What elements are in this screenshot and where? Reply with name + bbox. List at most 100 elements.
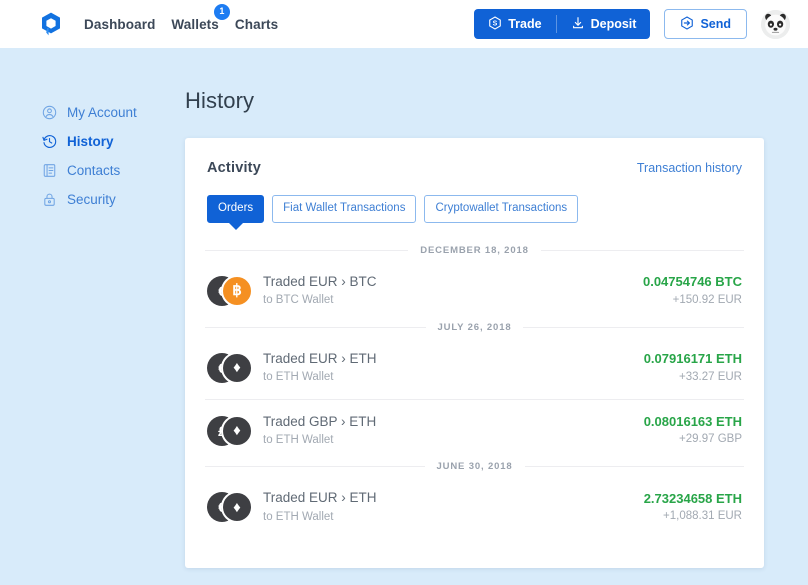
deposit-label: Deposit [590,17,637,31]
row-subtitle: to BTC Wallet [263,294,334,307]
row-amount-crypto: 0.04754746 BTC [642,274,742,290]
date-separator: JULY 26, 2018 [205,321,745,333]
row-amount-fiat: +33.27 EUR [679,370,742,383]
currency-pair-icon: € ♦ [207,351,253,384]
date-separator-label: JULY 26, 2018 [437,321,512,333]
deposit-button[interactable]: Deposit [557,9,651,39]
tab-cryptowallet-transactions[interactable]: Cryptowallet Transactions [424,195,579,223]
main-content: History Activity Transaction history Ord… [185,88,808,569]
sidebar-item-label: My Account [67,105,137,120]
currency-pair-icon: € ♦ [207,491,253,524]
row-subtitle: to ETH Wallet [263,510,334,523]
date-separator-label: DECEMBER 18, 2018 [420,244,529,256]
download-arrow-icon [571,16,585,33]
activity-list: DECEMBER 18, 2018 € ฿ Traded EUR › BTC [205,245,745,539]
activity-title: Activity [207,160,261,176]
date-separator: JUNE 30, 2018 [205,461,745,473]
date-separator-label: JUNE 30, 2018 [436,461,513,473]
svg-text:S: S [493,20,498,27]
sidebar-item-label: History [67,134,114,149]
date-separator-line [540,249,744,251]
nav-label: Wallets [171,16,219,32]
row-description: Traded EUR › ETH to ETH Wallet [263,350,632,386]
panda-avatar-icon[interactable] [761,9,790,39]
coin-to-icon: ♦ [221,414,253,447]
top-navigation-bar: Dashboard Wallets 1 Charts S Trade Depos… [0,0,808,48]
row-amount-fiat: +150.92 EUR [672,293,742,306]
dollar-hexagon-icon: S [488,15,502,33]
date-separator-line [205,466,425,468]
row-title: Traded EUR › BTC [263,273,377,289]
date-separator-line [205,249,409,251]
currency-pair-icon: € ฿ [207,274,253,307]
sidebar-item-security[interactable]: Security [42,185,185,214]
row-amounts: 0.04754746 BTC +150.92 EUR [631,273,742,308]
page-body: My Account History Contacts Security His… [0,48,808,569]
nav-label: Dashboard [84,16,156,32]
row-amount-crypto: 2.73234658 ETH [643,490,742,506]
send-label: Send [700,17,731,31]
row-title: Traded EUR › ETH [263,490,377,506]
date-separator-line [523,326,745,328]
tab-fiat-wallet-transactions[interactable]: Fiat Wallet Transactions [272,195,417,223]
row-amounts: 2.73234658 ETH +1,088.31 EUR [632,490,742,525]
activity-card-header: Activity Transaction history [205,160,744,176]
row-title: Traded GBP › ETH [263,413,377,429]
sidebar-item-label: Contacts [67,163,121,178]
row-amount-fiat: +1,088.31 EUR [663,510,742,523]
sidebar-item-contacts[interactable]: Contacts [42,156,185,185]
date-separator-line [205,326,426,328]
coin-to-symbol: ♦ [233,498,241,516]
activity-card: Activity Transaction history Orders Fiat… [185,138,764,569]
transaction-history-link[interactable]: Transaction history [637,161,742,175]
main-nav: Dashboard Wallets 1 Charts [84,3,278,32]
wallets-badge: 1 [213,3,230,20]
coin-to-icon: ฿ [221,274,253,307]
nav-item-charts[interactable]: Charts [235,17,278,32]
table-row[interactable]: £ ♦ Traded GBP › ETH to ETH Wallet 0.080… [205,400,744,462]
row-subtitle: to ETH Wallet [263,433,334,446]
coin-to-symbol: ♦ [233,359,241,377]
send-button[interactable]: Send [664,9,747,39]
trade-deposit-button-group: S Trade Deposit [474,9,651,39]
coin-to-icon: ♦ [221,351,253,384]
row-title: Traded EUR › ETH [263,350,377,366]
hexagon-logo-icon[interactable] [38,11,64,37]
trade-label: Trade [508,17,542,31]
sidebar-item-history[interactable]: History [42,127,185,156]
table-row[interactable]: € ♦ Traded EUR › ETH to ETH Wallet 2.732… [205,476,744,538]
currency-pair-icon: £ ♦ [207,414,253,447]
address-book-icon [42,163,57,178]
coin-to-symbol: ฿ [232,282,242,300]
trade-button[interactable]: S Trade [474,9,555,39]
coin-to-icon: ♦ [221,491,253,524]
row-subtitle: to ETH Wallet [263,370,334,383]
row-description: Traded GBP › ETH to ETH Wallet [263,413,632,449]
row-amount-crypto: 0.07916171 ETH [643,351,742,367]
row-description: Traded EUR › BTC to BTC Wallet [263,273,631,309]
coin-to-symbol: ♦ [233,422,241,440]
row-amount-crypto: 0.08016163 ETH [643,413,742,429]
sidebar-item-label: Security [67,192,116,207]
row-amounts: 0.08016163 ETH +29.97 GBP [632,413,742,448]
user-circle-icon [42,105,57,120]
header-actions: S Trade Deposit Send [474,9,790,39]
nav-label: Charts [234,16,279,32]
activity-tabs: Orders Fiat Wallet Transactions Cryptowa… [205,195,744,223]
row-amounts: 0.07916171 ETH +33.27 EUR [632,350,742,385]
clock-history-icon [42,134,57,149]
date-separator: DECEMBER 18, 2018 [205,245,744,256]
page-title: History [185,88,255,113]
nav-item-wallets[interactable]: Wallets 1 [171,3,230,32]
table-row[interactable]: € ฿ Traded EUR › BTC to BTC Wallet 0.047… [205,260,744,322]
nav-item-dashboard[interactable]: Dashboard [84,17,155,32]
row-amount-fiat: +29.97 GBP [679,433,742,446]
lock-icon [42,192,57,207]
arrow-right-hexagon-icon [680,15,694,33]
row-description: Traded EUR › ETH to ETH Wallet [263,489,632,525]
sidebar: My Account History Contacts Security [0,88,185,568]
sidebar-item-my-account[interactable]: My Account [42,98,185,127]
tab-orders[interactable]: Orders [207,195,265,223]
date-separator-line [524,466,745,468]
table-row[interactable]: € ♦ Traded EUR › ETH to ETH Wallet 0.079… [205,337,744,399]
